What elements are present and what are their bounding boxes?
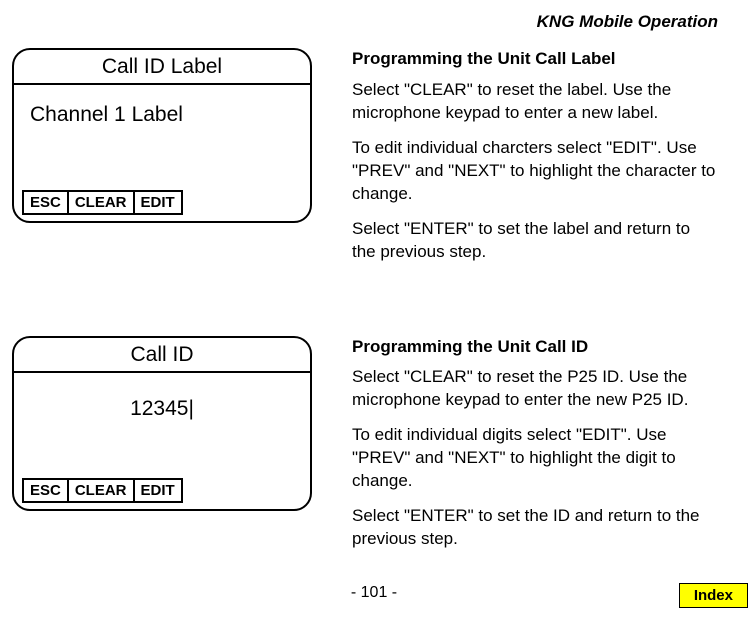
softkey-row: ESC CLEAR EDIT: [14, 478, 310, 509]
softkey-edit[interactable]: EDIT: [133, 478, 183, 503]
index-tab[interactable]: Index: [679, 583, 748, 608]
section-call-id: Call ID 12345| ESC CLEAR EDIT Programmin…: [0, 336, 748, 564]
instructions-label: Programming the Unit Call Label Select "…: [312, 48, 736, 276]
softkey-row: ESC CLEAR EDIT: [14, 190, 310, 221]
instructions-title: Programming the Unit Call Label: [352, 48, 716, 71]
softkey-clear[interactable]: CLEAR: [67, 478, 135, 503]
display-panel-id: Call ID 12345| ESC CLEAR EDIT: [12, 336, 312, 511]
panel-title: Call ID Label: [14, 50, 310, 85]
display-panel-label: Call ID Label Channel 1 Label ESC CLEAR …: [12, 48, 312, 223]
instructions-para: To edit individual charcters select "EDI…: [352, 137, 716, 206]
panel-content: Channel 1 Label: [30, 103, 294, 127]
panel-body: Channel 1 Label: [14, 85, 310, 190]
section-call-id-label: Call ID Label Channel 1 Label ESC CLEAR …: [0, 48, 748, 276]
softkey-edit[interactable]: EDIT: [133, 190, 183, 215]
panel-content: 12345|: [30, 391, 294, 421]
instructions-id: Programming the Unit Call ID Select "CLE…: [312, 336, 736, 564]
panel-title: Call ID: [14, 338, 310, 373]
instructions-para: Select "CLEAR" to reset the P25 ID. Use …: [352, 366, 716, 412]
instructions-para: To edit individual digits select "EDIT".…: [352, 424, 716, 493]
page-number: - 101 -: [0, 584, 748, 602]
page-header: KNG Mobile Operation: [0, 12, 748, 32]
softkey-esc[interactable]: ESC: [22, 478, 69, 503]
instructions-para: Select "ENTER" to set the ID and return …: [352, 505, 716, 551]
instructions-para: Select "CLEAR" to reset the label. Use t…: [352, 79, 716, 125]
instructions-title: Programming the Unit Call ID: [352, 336, 716, 359]
softkey-esc[interactable]: ESC: [22, 190, 69, 215]
instructions-para: Select "ENTER" to set the label and retu…: [352, 218, 716, 264]
softkey-clear[interactable]: CLEAR: [67, 190, 135, 215]
panel-body: 12345|: [14, 373, 310, 478]
